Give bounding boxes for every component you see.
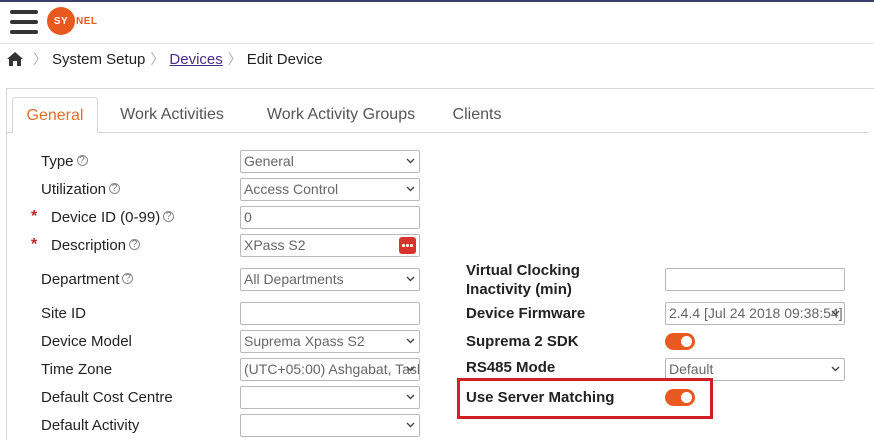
breadcrumb-edit-device: Edit Device (246, 50, 323, 68)
help-icon[interactable]: ? (122, 273, 134, 284)
chevron-down-icon (406, 366, 415, 372)
virtual-clocking-label-line1: Virtual Clocking (466, 262, 580, 279)
chevron-down-icon (406, 338, 415, 344)
required-marker: * (31, 208, 38, 225)
logo-circle: SY (47, 7, 75, 35)
tab-clients[interactable]: Clients (442, 97, 512, 133)
chevron-down-icon (406, 422, 415, 428)
dots-icon[interactable] (399, 237, 416, 254)
tab-work-activities[interactable]: Work Activities (107, 97, 237, 133)
hamburger-menu-icon[interactable] (10, 9, 38, 35)
highlight-box (457, 378, 713, 419)
help-icon[interactable]: ? (76, 155, 88, 166)
type-select[interactable]: General (240, 150, 420, 173)
device-model-select[interactable]: Suprema Xpass S2 (240, 330, 420, 353)
utilization-label: Utilization? (41, 180, 121, 200)
tab-general[interactable]: General (12, 97, 98, 134)
default-activity-select[interactable] (240, 414, 420, 437)
chevron-down-icon (831, 366, 840, 372)
breadcrumb-separator: 〉 (150, 51, 165, 67)
required-marker: * (31, 236, 38, 253)
chevron-down-icon (406, 186, 415, 192)
default-activity-label: Default Activity (41, 417, 140, 434)
breadcrumb-devices-link[interactable]: Devices (169, 51, 222, 68)
device-id-input[interactable]: 0 (240, 206, 420, 229)
tab-bar: General Work Activities Work Activity Gr… (7, 97, 869, 134)
help-icon[interactable]: ? (163, 211, 175, 222)
home-icon[interactable] (6, 51, 24, 67)
default-cost-centre-label: Default Cost Centre (41, 389, 173, 406)
virtual-clocking-input[interactable] (665, 268, 845, 291)
virtual-clocking-label-line2: Inactivity (min) (466, 281, 572, 298)
breadcrumb-separator: 〉 (33, 51, 47, 67)
breadcrumb-system-setup[interactable]: System Setup (52, 51, 145, 68)
type-label: Type? (41, 152, 88, 172)
default-cost-centre-select[interactable] (240, 386, 420, 409)
description-input[interactable]: XPass S2 (240, 234, 420, 257)
department-select[interactable]: All Departments (240, 268, 420, 291)
device-firmware-select[interactable]: 2.4.4 [Jul 24 2018 09:38:54] (665, 302, 845, 325)
device-model-label: Device Model (41, 333, 132, 350)
help-icon[interactable]: ? (109, 183, 121, 194)
tab-work-activity-groups[interactable]: Work Activity Groups (252, 97, 430, 133)
chevron-down-icon (831, 310, 840, 316)
department-label: Department? (41, 270, 134, 290)
time-zone-select[interactable]: (UTC+05:00) Ashgabat, Tashkent (240, 358, 420, 381)
description-label: Description? (51, 236, 141, 256)
utilization-select[interactable]: Access Control (240, 178, 420, 201)
site-id-label: Site ID (41, 305, 87, 322)
suprema-sdk-label: Suprema 2 SDK (466, 333, 579, 350)
breadcrumb-separator: 〉 (227, 51, 242, 67)
top-bar: SY NEL (0, 0, 874, 44)
rs485-mode-label: RS485 Mode (466, 359, 556, 376)
breadcrumb: 〉 System Setup 〉 Devices 〉 Edit Device (0, 44, 874, 74)
suprema-sdk-toggle[interactable] (665, 333, 695, 350)
chevron-down-icon (406, 158, 415, 164)
site-id-input[interactable] (240, 302, 420, 325)
device-firmware-label: Device Firmware (466, 305, 586, 322)
time-zone-label: Time Zone (41, 361, 113, 378)
chevron-down-icon (406, 394, 415, 400)
synel-logo[interactable]: SY NEL (47, 7, 98, 35)
chevron-down-icon (406, 276, 415, 282)
device-id-label: Device ID (0-99)? (51, 208, 175, 228)
help-icon[interactable]: ? (129, 239, 141, 250)
logo-text: NEL (76, 15, 98, 27)
